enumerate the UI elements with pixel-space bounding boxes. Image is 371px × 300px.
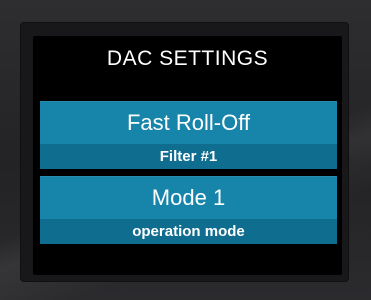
filter-setting-tile[interactable]: Fast Roll-Off Filter #1	[40, 101, 337, 169]
operation-mode-tile[interactable]: Mode 1 operation mode	[40, 176, 337, 244]
filter-value: Fast Roll-Off	[40, 101, 337, 144]
mode-caption: operation mode	[40, 219, 337, 244]
filter-caption: Filter #1	[40, 144, 337, 169]
page-title: DAC SETTINGS	[106, 47, 269, 70]
mode-value: Mode 1	[40, 176, 337, 219]
